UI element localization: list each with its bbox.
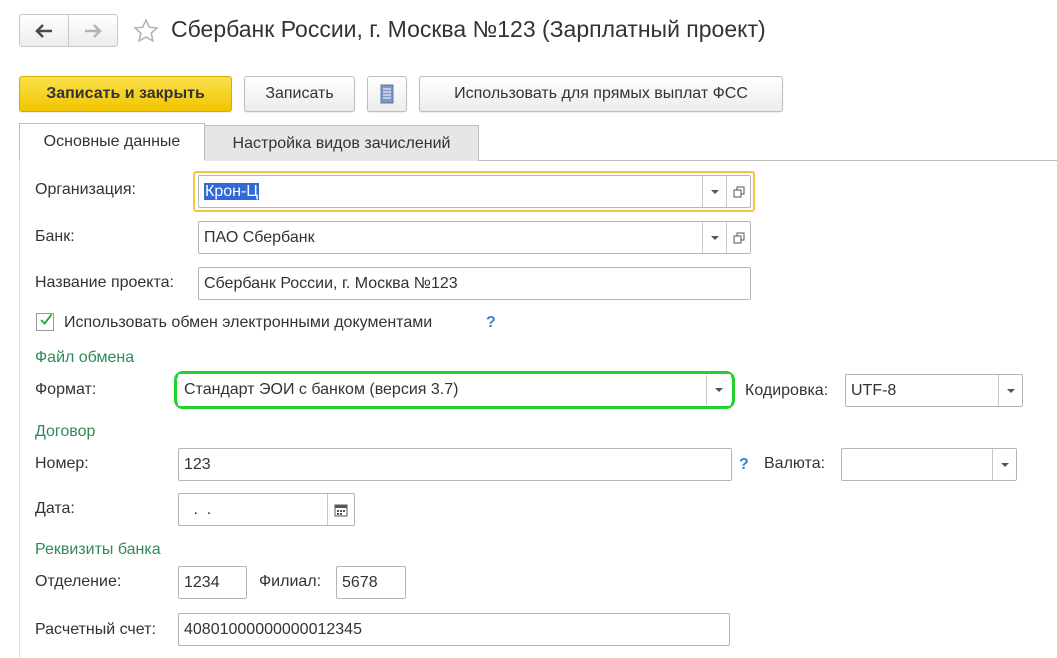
number-value: 123 [184, 455, 211, 473]
tab-accrual-settings[interactable]: Настройка видов зачислений [204, 125, 479, 161]
format-value: Стандарт ЭОИ с банком (версия 3.7) [184, 381, 459, 398]
bank-label: Банк: [35, 228, 75, 245]
branch-dept-value: 1234 [184, 573, 220, 591]
chevron-down-icon [710, 189, 719, 194]
window-title: Сбербанк России, г. Москва №123 (Зарплат… [171, 16, 766, 42]
encoding-dropdown-button[interactable] [998, 375, 1022, 406]
date-input[interactable]: . . [178, 493, 355, 526]
calendar-icon [334, 504, 348, 516]
tab-panel-left-border [19, 160, 20, 658]
branch-label: Филиал: [259, 573, 322, 590]
edo-help-icon[interactable]: ? [486, 314, 496, 332]
branch-dept-input[interactable]: 1234 [178, 566, 247, 599]
forward-button[interactable] [69, 15, 117, 46]
branch-dept-label: Отделение: [35, 573, 122, 590]
number-help-icon[interactable]: ? [739, 456, 749, 474]
branch-value: 5678 [342, 573, 378, 591]
branch-input[interactable]: 5678 [336, 566, 406, 599]
bank-open-button[interactable] [726, 222, 750, 253]
project-name-input[interactable]: Сбербанк России, г. Москва №123 [198, 267, 751, 300]
tab-main-data[interactable]: Основные данные [19, 123, 205, 161]
favorite-star-button[interactable] [133, 18, 159, 44]
project-name-value: Сбербанк России, г. Москва №123 [204, 274, 458, 292]
organization-dropdown-button[interactable] [702, 176, 726, 207]
arrow-right-icon [85, 23, 102, 38]
save-button[interactable]: Записать [244, 76, 355, 112]
calendar-button[interactable] [327, 494, 354, 525]
encoding-select[interactable]: UTF-8 [845, 374, 1023, 407]
format-select[interactable]: Стандарт ЭОИ с банком (версия 3.7) [178, 374, 731, 406]
open-window-icon [733, 232, 744, 243]
organization-value: Крон-Ц [204, 182, 260, 200]
bank-value: ПАО Сбербанк [204, 228, 315, 246]
format-dropdown-button[interactable] [706, 375, 730, 405]
checkmark-icon [40, 313, 53, 325]
organization-label: Организация: [35, 181, 136, 198]
format-label: Формат: [35, 381, 97, 398]
chevron-down-icon [710, 235, 719, 240]
number-input[interactable]: 123 [178, 448, 732, 481]
number-label: Номер: [35, 455, 89, 472]
organization-open-button[interactable] [726, 176, 750, 207]
contract-section-title: Договор [35, 423, 96, 440]
project-name-label: Название проекта: [35, 274, 174, 291]
edo-checkbox[interactable] [36, 313, 54, 331]
nav-group [19, 14, 118, 47]
organization-field[interactable]: Крон-Ц [198, 175, 751, 208]
exchange-file-section-title: Файл обмена [35, 349, 135, 366]
chevron-down-icon [1000, 462, 1009, 467]
use-fss-payments-button[interactable]: Использовать для прямых выплат ФСС [419, 76, 783, 112]
bank-details-section-title: Реквизиты банка [35, 541, 161, 558]
bank-field[interactable]: ПАО Сбербанк [198, 221, 751, 254]
currency-label: Валюта: [764, 455, 826, 472]
open-window-icon [733, 186, 744, 197]
back-button[interactable] [20, 15, 68, 46]
date-value: . . [189, 500, 212, 518]
chevron-down-icon [1006, 388, 1015, 393]
date-label: Дата: [35, 500, 75, 517]
bank-dropdown-button[interactable] [702, 222, 726, 253]
currency-dropdown-button[interactable] [992, 449, 1016, 480]
account-value: 40801000000000012345 [184, 620, 362, 638]
edo-label: Использовать обмен электронными документ… [64, 314, 433, 331]
account-input[interactable]: 40801000000000012345 [178, 613, 730, 646]
document-list-button[interactable] [367, 76, 407, 112]
arrow-left-icon [35, 23, 52, 38]
encoding-value: UTF-8 [851, 381, 897, 399]
star-icon [133, 18, 159, 43]
encoding-label: Кодировка: [745, 382, 829, 399]
chevron-down-icon [714, 388, 723, 392]
currency-select[interactable] [841, 448, 1017, 481]
account-label: Расчетный счет: [35, 621, 156, 638]
document-icon [380, 84, 394, 104]
save-and-close-button[interactable]: Записать и закрыть [19, 76, 232, 112]
